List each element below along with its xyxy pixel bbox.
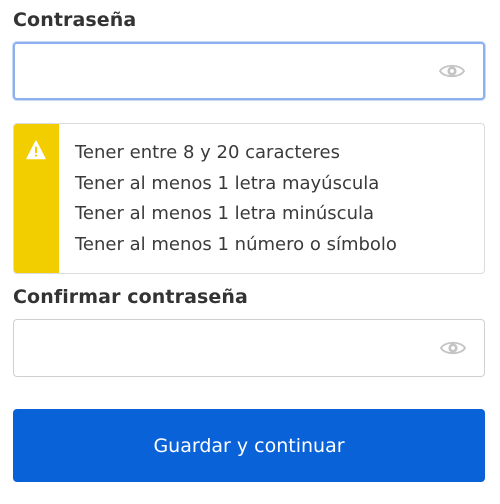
requirement-item: Tener al menos 1 letra minúscula [75,203,375,224]
warning-icon [26,140,46,160]
confirm-password-label: Confirmar contraseña [13,286,248,308]
password-input[interactable] [15,44,483,98]
eye-icon[interactable] [439,62,465,80]
password-requirements: Tener entre 8 y 20 caracteres Tener al m… [13,123,485,274]
save-and-continue-button[interactable]: Guardar y continuar [13,409,485,482]
confirm-password-field[interactable] [13,319,485,377]
requirement-item: Tener entre 8 y 20 caracteres [75,142,340,163]
requirements-list: Tener entre 8 y 20 caracteres Tener al m… [75,138,397,260]
password-field[interactable] [13,42,485,100]
requirements-stripe [14,124,59,273]
password-label: Contraseña [13,9,137,31]
eye-icon[interactable] [440,339,466,357]
requirement-item: Tener al menos 1 letra mayúscula [75,172,380,194]
requirement-item: Tener al menos 1 número o símbolo [75,233,397,255]
confirm-password-input[interactable] [14,320,484,376]
